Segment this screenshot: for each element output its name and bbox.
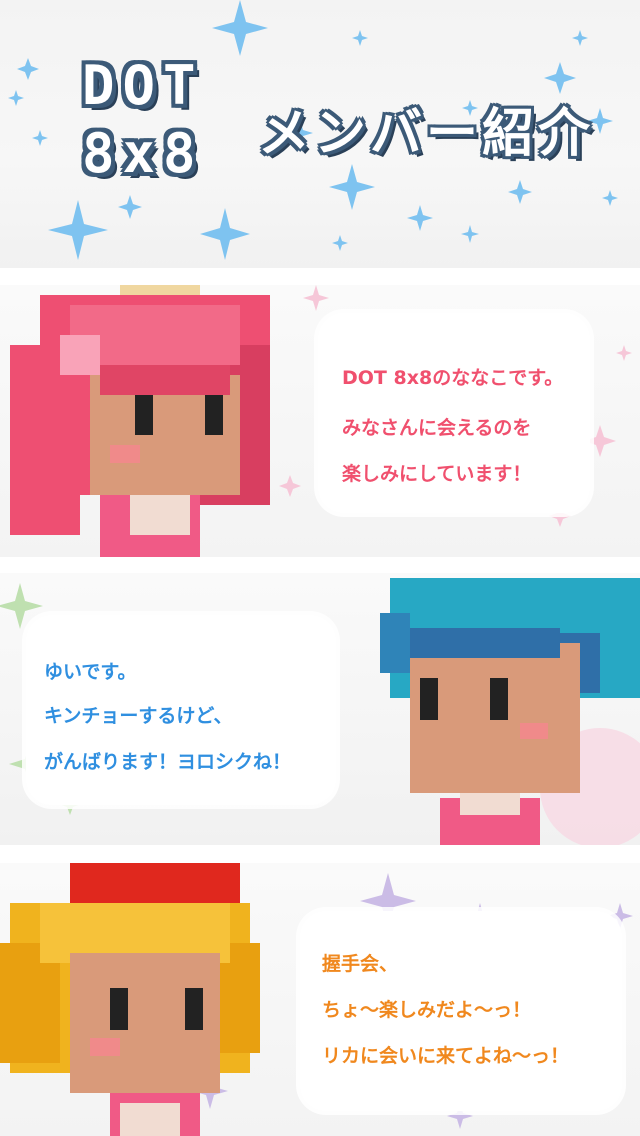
- yui-line-3: がんばります！ヨロシクね！: [44, 751, 292, 773]
- logo-line-2: 8x8: [82, 122, 204, 185]
- yui-line-2: キンチョーするけど、: [44, 705, 233, 727]
- nanako-line-1: DOT 8x8のななこです。: [342, 367, 564, 389]
- member-panel-nanako: DOT 8x8のななこです。 みなさんに会えるのを 楽しみにしています！: [0, 285, 640, 557]
- yui-avatar: [380, 578, 640, 845]
- rika-line-2: ちょ〜楽しみだよ〜っ！: [322, 999, 532, 1021]
- rika-line-3: リカに会いに来てよね〜っ！: [322, 1045, 570, 1067]
- rika-line-1: 握手会、: [322, 953, 399, 975]
- member-panel-rika: 握手会、 ちょ〜楽しみだよ〜っ！ リカに会いに来てよね〜っ！: [0, 863, 640, 1136]
- header-banner: DOT 8x8 メンバー紹介: [0, 0, 640, 268]
- page-title: メンバー紹介: [258, 104, 595, 164]
- yui-line-1: ゆいです。: [44, 661, 137, 683]
- member-panel-yui: ゆいです。 キンチョーするけど、 がんばります！ヨロシクね！: [0, 573, 640, 845]
- nanako-line-2: みなさんに会えるのを: [342, 417, 532, 439]
- logo-line-1: DOT: [82, 54, 204, 117]
- nanako-line-3: 楽しみにしています！: [342, 463, 532, 485]
- nanako-avatar: [10, 285, 270, 557]
- rika-avatar: [0, 863, 260, 1136]
